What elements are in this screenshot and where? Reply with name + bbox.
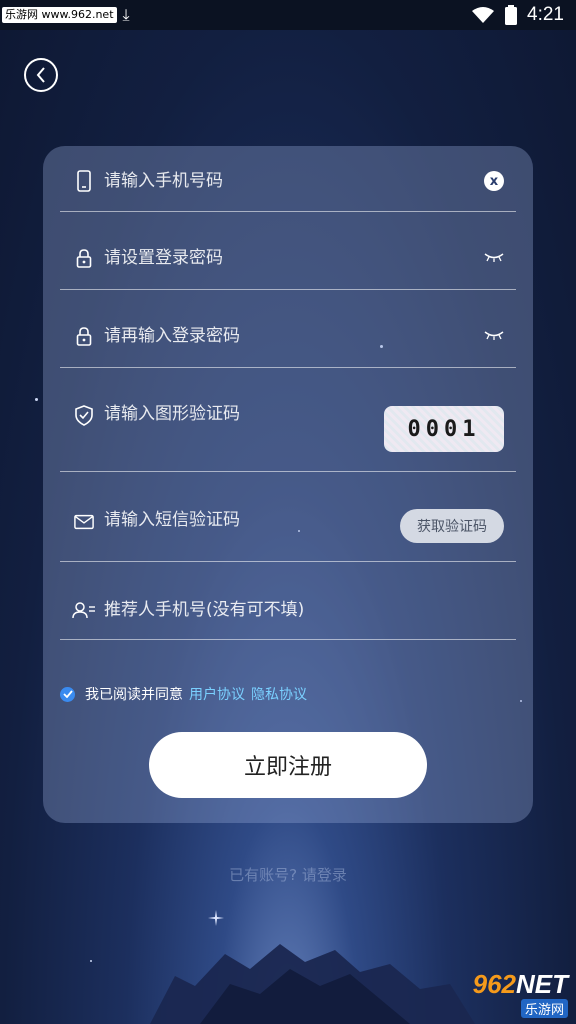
- watermark-logo: 962NET 乐游网: [440, 968, 568, 1018]
- captcha-image[interactable]: 0001: [384, 406, 504, 452]
- phone-input[interactable]: [104, 168, 404, 194]
- sms-code-field-row: 获取验证码: [60, 471, 516, 562]
- eye-closed-icon[interactable]: [484, 251, 504, 263]
- status-right: 4:21: [471, 0, 564, 30]
- watermark-logo-sub: 乐游网: [520, 998, 568, 1018]
- chevron-left-icon: [36, 67, 45, 83]
- back-button[interactable]: [24, 58, 58, 92]
- agreement-text: 我已阅读并同意: [85, 687, 183, 703]
- register-form-card: x 0001: [43, 146, 533, 823]
- password-input[interactable]: [104, 245, 404, 271]
- image-captcha-input[interactable]: [104, 401, 404, 427]
- lock-icon: [74, 247, 94, 269]
- image-captcha-field-row: 0001: [60, 367, 516, 472]
- register-button[interactable]: 立即注册: [149, 732, 427, 798]
- download-icon: ⤓: [122, 5, 130, 24]
- privacy-policy-link[interactable]: 隐私协议: [251, 684, 307, 704]
- wifi-icon: [472, 7, 495, 23]
- referrer-input[interactable]: [104, 597, 404, 623]
- sms-code-input[interactable]: [104, 507, 404, 533]
- clear-phone-button[interactable]: x: [484, 171, 504, 191]
- status-bar: 乐游网 www.962.net ⤓ 4:21: [0, 0, 576, 30]
- battery-icon: [505, 5, 518, 25]
- password-confirm-input[interactable]: [104, 323, 404, 349]
- check-icon: [62, 690, 73, 698]
- eye-closed-icon[interactable]: [484, 329, 504, 341]
- watermark-badge: 乐游网 www.962.net: [2, 7, 117, 23]
- user-list-icon: [72, 599, 96, 621]
- password-confirm-field-row: [60, 289, 516, 368]
- phone-field-row: x: [60, 146, 516, 212]
- login-link[interactable]: 已有账号? 请登录: [0, 864, 576, 885]
- user-agreement-link[interactable]: 用户协议: [189, 684, 245, 704]
- phone-icon: [74, 170, 94, 192]
- watermark-logo-main: 962NET: [472, 968, 568, 999]
- get-sms-code-button[interactable]: 获取验证码: [400, 509, 504, 543]
- star: [35, 398, 38, 401]
- mail-icon: [74, 511, 94, 533]
- shield-check-icon: [74, 404, 94, 426]
- status-time: 4:21: [527, 4, 564, 25]
- lock-icon: [74, 325, 94, 347]
- agreement-row: 我已阅读并同意 用户协议 隐私协议: [60, 684, 307, 704]
- agreement-checkbox[interactable]: [60, 686, 75, 702]
- referrer-field-row: [60, 561, 516, 640]
- password-field-row: [60, 211, 516, 290]
